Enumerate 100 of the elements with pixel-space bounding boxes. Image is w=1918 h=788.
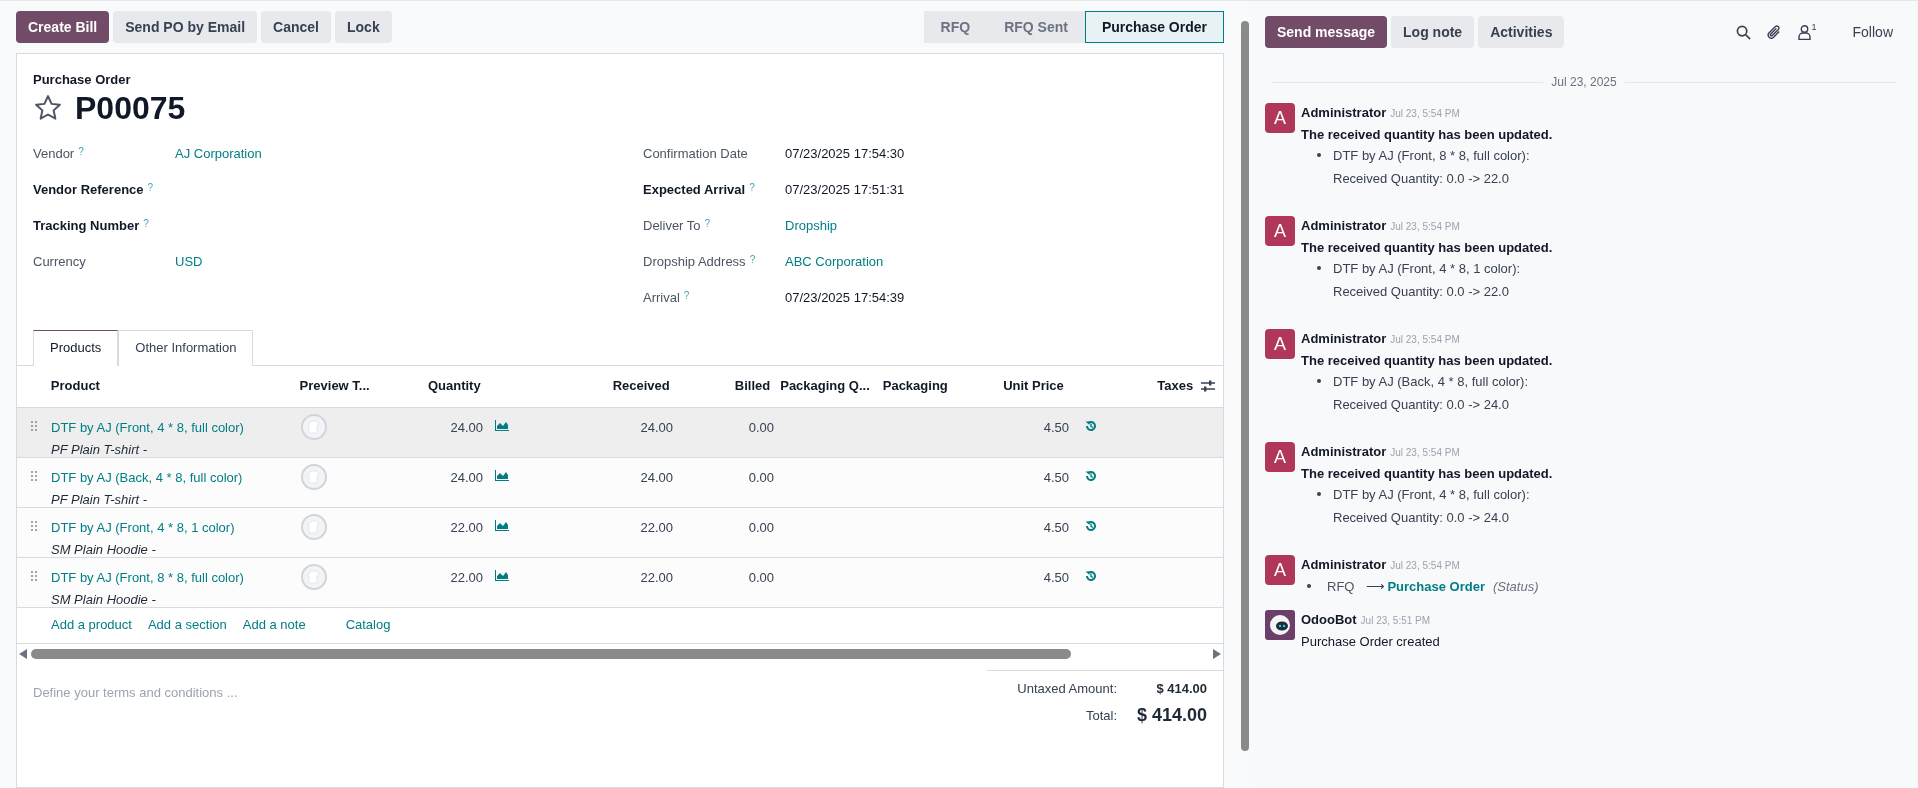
paperclip-icon[interactable] <box>1766 24 1782 40</box>
unit-price-cell-text: 4.50 <box>1042 518 1069 537</box>
field-link[interactable]: Dropship <box>785 215 838 236</box>
drag-handle-icon[interactable] <box>31 570 37 581</box>
history-icon[interactable] <box>1085 519 1097 532</box>
action-button[interactable]: Lock <box>335 11 392 43</box>
arrow-glyph: ⟶ <box>1366 577 1386 596</box>
user-avatar[interactable]: A <box>1265 329 1295 359</box>
add-line-link[interactable]: Catalog <box>345 615 391 635</box>
action-button[interactable]: Send PO by Email <box>113 11 258 43</box>
field-link[interactable]: USD <box>175 251 203 272</box>
history-icon[interactable] <box>1085 419 1097 432</box>
column-header[interactable]: Packaging <box>876 376 997 396</box>
field-link[interactable]: ABC Corporation <box>785 251 884 272</box>
scroll-left-icon[interactable] <box>19 648 27 659</box>
user-avatar[interactable]: A <box>1265 103 1295 133</box>
action-button[interactable]: Cancel <box>261 11 331 43</box>
column-header[interactable]: Received <box>528 376 670 396</box>
person-icon[interactable] <box>1797 24 1811 40</box>
horizontal-scrollbar-thumb[interactable] <box>31 648 1071 659</box>
message-item: DTF by AJ (Front, 4 * 8, 1 color): <box>1333 260 1521 278</box>
message-author[interactable]: Administrator <box>1301 442 1387 462</box>
bullet-icon <box>1317 266 1321 270</box>
unit-price-cell-text: 4.50 <box>1042 418 1069 437</box>
bullet-icon <box>1317 492 1321 496</box>
drag-handle-icon[interactable] <box>31 420 37 431</box>
product-thumbnail-icon[interactable] <box>301 463 327 490</box>
product-description: SM Plain Hoodie - <box>51 541 157 559</box>
table-row[interactable]: DTF by AJ (Front, 4 * 8, full color) PF Plain T-shirt - 24.00 24.00 0.00 4.50 <box>17 407 1223 458</box>
history-icon[interactable] <box>1085 469 1097 482</box>
product-thumbnail-icon[interactable] <box>301 513 327 540</box>
search-icon[interactable] <box>1735 24 1751 40</box>
vertical-scrollbar-thumb[interactable] <box>1241 21 1249 751</box>
status-stage[interactable]: Purchase Order <box>1084 11 1224 43</box>
action-button[interactable]: Send message <box>1265 16 1388 48</box>
drag-handle-icon[interactable] <box>31 470 37 481</box>
tab[interactable]: Products <box>33 329 119 366</box>
scroll-right-icon[interactable] <box>1213 648 1221 659</box>
field-label: Expected Arrival <box>643 180 746 199</box>
message-detail: Received Quantity: 0.0 -> 22.0 <box>1333 169 1510 188</box>
message-time: Jul 23, 5:54 PM <box>1390 446 1460 460</box>
field-link[interactable]: AJ Corporation <box>175 143 262 164</box>
column-header[interactable]: Billed <box>669 376 771 396</box>
column-settings-icon[interactable] <box>1201 380 1216 392</box>
field-value: 07/23/2025 17:54:30 <box>785 144 905 163</box>
history-icon[interactable] <box>1085 569 1097 582</box>
add-line-link[interactable]: Add a section <box>147 615 227 635</box>
status-stage[interactable]: RFQ Sent <box>987 11 1085 43</box>
column-header[interactable]: Preview T... <box>299 376 400 396</box>
drag-handle-icon[interactable] <box>31 520 37 531</box>
quantity-cell-text: 22.00 <box>449 518 483 537</box>
terms-field[interactable]: Define your terms and conditions ... <box>33 682 633 702</box>
total-label: Untaxed Amount: <box>1017 679 1117 698</box>
product-link[interactable]: DTF by AJ (Back, 4 * 8, full color) <box>51 467 301 487</box>
add-line-link[interactable]: Add a note <box>242 615 306 635</box>
user-avatar[interactable]: A <box>1265 442 1295 472</box>
forecast-chart-icon[interactable] <box>495 419 509 431</box>
message-title: The received quantity has been updated. <box>1301 464 1553 483</box>
column-header[interactable]: Quantity <box>399 376 481 396</box>
product-description: PF Plain T-shirt - <box>51 491 149 509</box>
message-author[interactable]: Administrator <box>1301 329 1387 349</box>
message-author[interactable]: Administrator <box>1301 103 1387 123</box>
tab[interactable]: Other Information <box>118 329 254 366</box>
field-name: (Status) <box>1493 577 1539 596</box>
message-title: The received quantity has been updated. <box>1301 125 1553 144</box>
received-cell-text: 24.00 <box>639 418 673 437</box>
follower-count: 1 <box>1811 20 1817 34</box>
total-amount: $ 414.00 <box>1135 704 1207 727</box>
robot-avatar-icon[interactable] <box>1265 610 1295 640</box>
message-author[interactable]: OdooBot <box>1301 610 1357 630</box>
message-author[interactable]: Administrator <box>1301 555 1387 575</box>
product-description: SM Plain Hoodie - <box>51 591 157 609</box>
old-value: RFQ <box>1327 577 1355 596</box>
forecast-chart-icon[interactable] <box>495 469 509 481</box>
total-amount: $ 414.00 <box>1155 679 1207 698</box>
action-button[interactable]: Log note <box>1391 16 1475 48</box>
column-header[interactable]: Unit Price <box>996 376 1064 396</box>
message-item: DTF by AJ (Front, 4 * 8, full color): <box>1333 486 1530 504</box>
user-avatar[interactable]: A <box>1265 216 1295 246</box>
action-button[interactable]: Activities <box>1478 16 1565 48</box>
product-link[interactable]: DTF by AJ (Front, 4 * 8, 1 color) <box>51 517 301 537</box>
message-title: The received quantity has been updated. <box>1301 238 1553 257</box>
column-header[interactable]: Product <box>50 376 300 396</box>
quantity-cell-text: 24.00 <box>449 468 483 487</box>
forecast-chart-icon[interactable] <box>495 569 509 581</box>
star-icon[interactable] <box>33 92 63 123</box>
follow-button[interactable]: Follow <box>1852 21 1893 43</box>
product-link[interactable]: DTF by AJ (Front, 4 * 8, full color) <box>51 417 301 437</box>
add-line-link[interactable]: Add a product <box>51 615 132 635</box>
user-avatar[interactable]: A <box>1265 555 1295 585</box>
product-link[interactable]: DTF by AJ (Front, 8 * 8, full color) <box>51 567 301 587</box>
status-stage[interactable]: RFQ <box>923 11 988 43</box>
message-item: DTF by AJ (Front, 8 * 8, full color): <box>1333 147 1530 165</box>
column-header[interactable]: Taxes <box>1115 376 1194 396</box>
product-thumbnail-icon[interactable] <box>301 563 327 590</box>
column-header[interactable]: Packaging Q... <box>770 376 877 396</box>
product-thumbnail-icon[interactable] <box>301 413 327 440</box>
message-author[interactable]: Administrator <box>1301 216 1387 236</box>
action-button[interactable]: Create Bill <box>16 11 110 43</box>
forecast-chart-icon[interactable] <box>495 519 509 531</box>
